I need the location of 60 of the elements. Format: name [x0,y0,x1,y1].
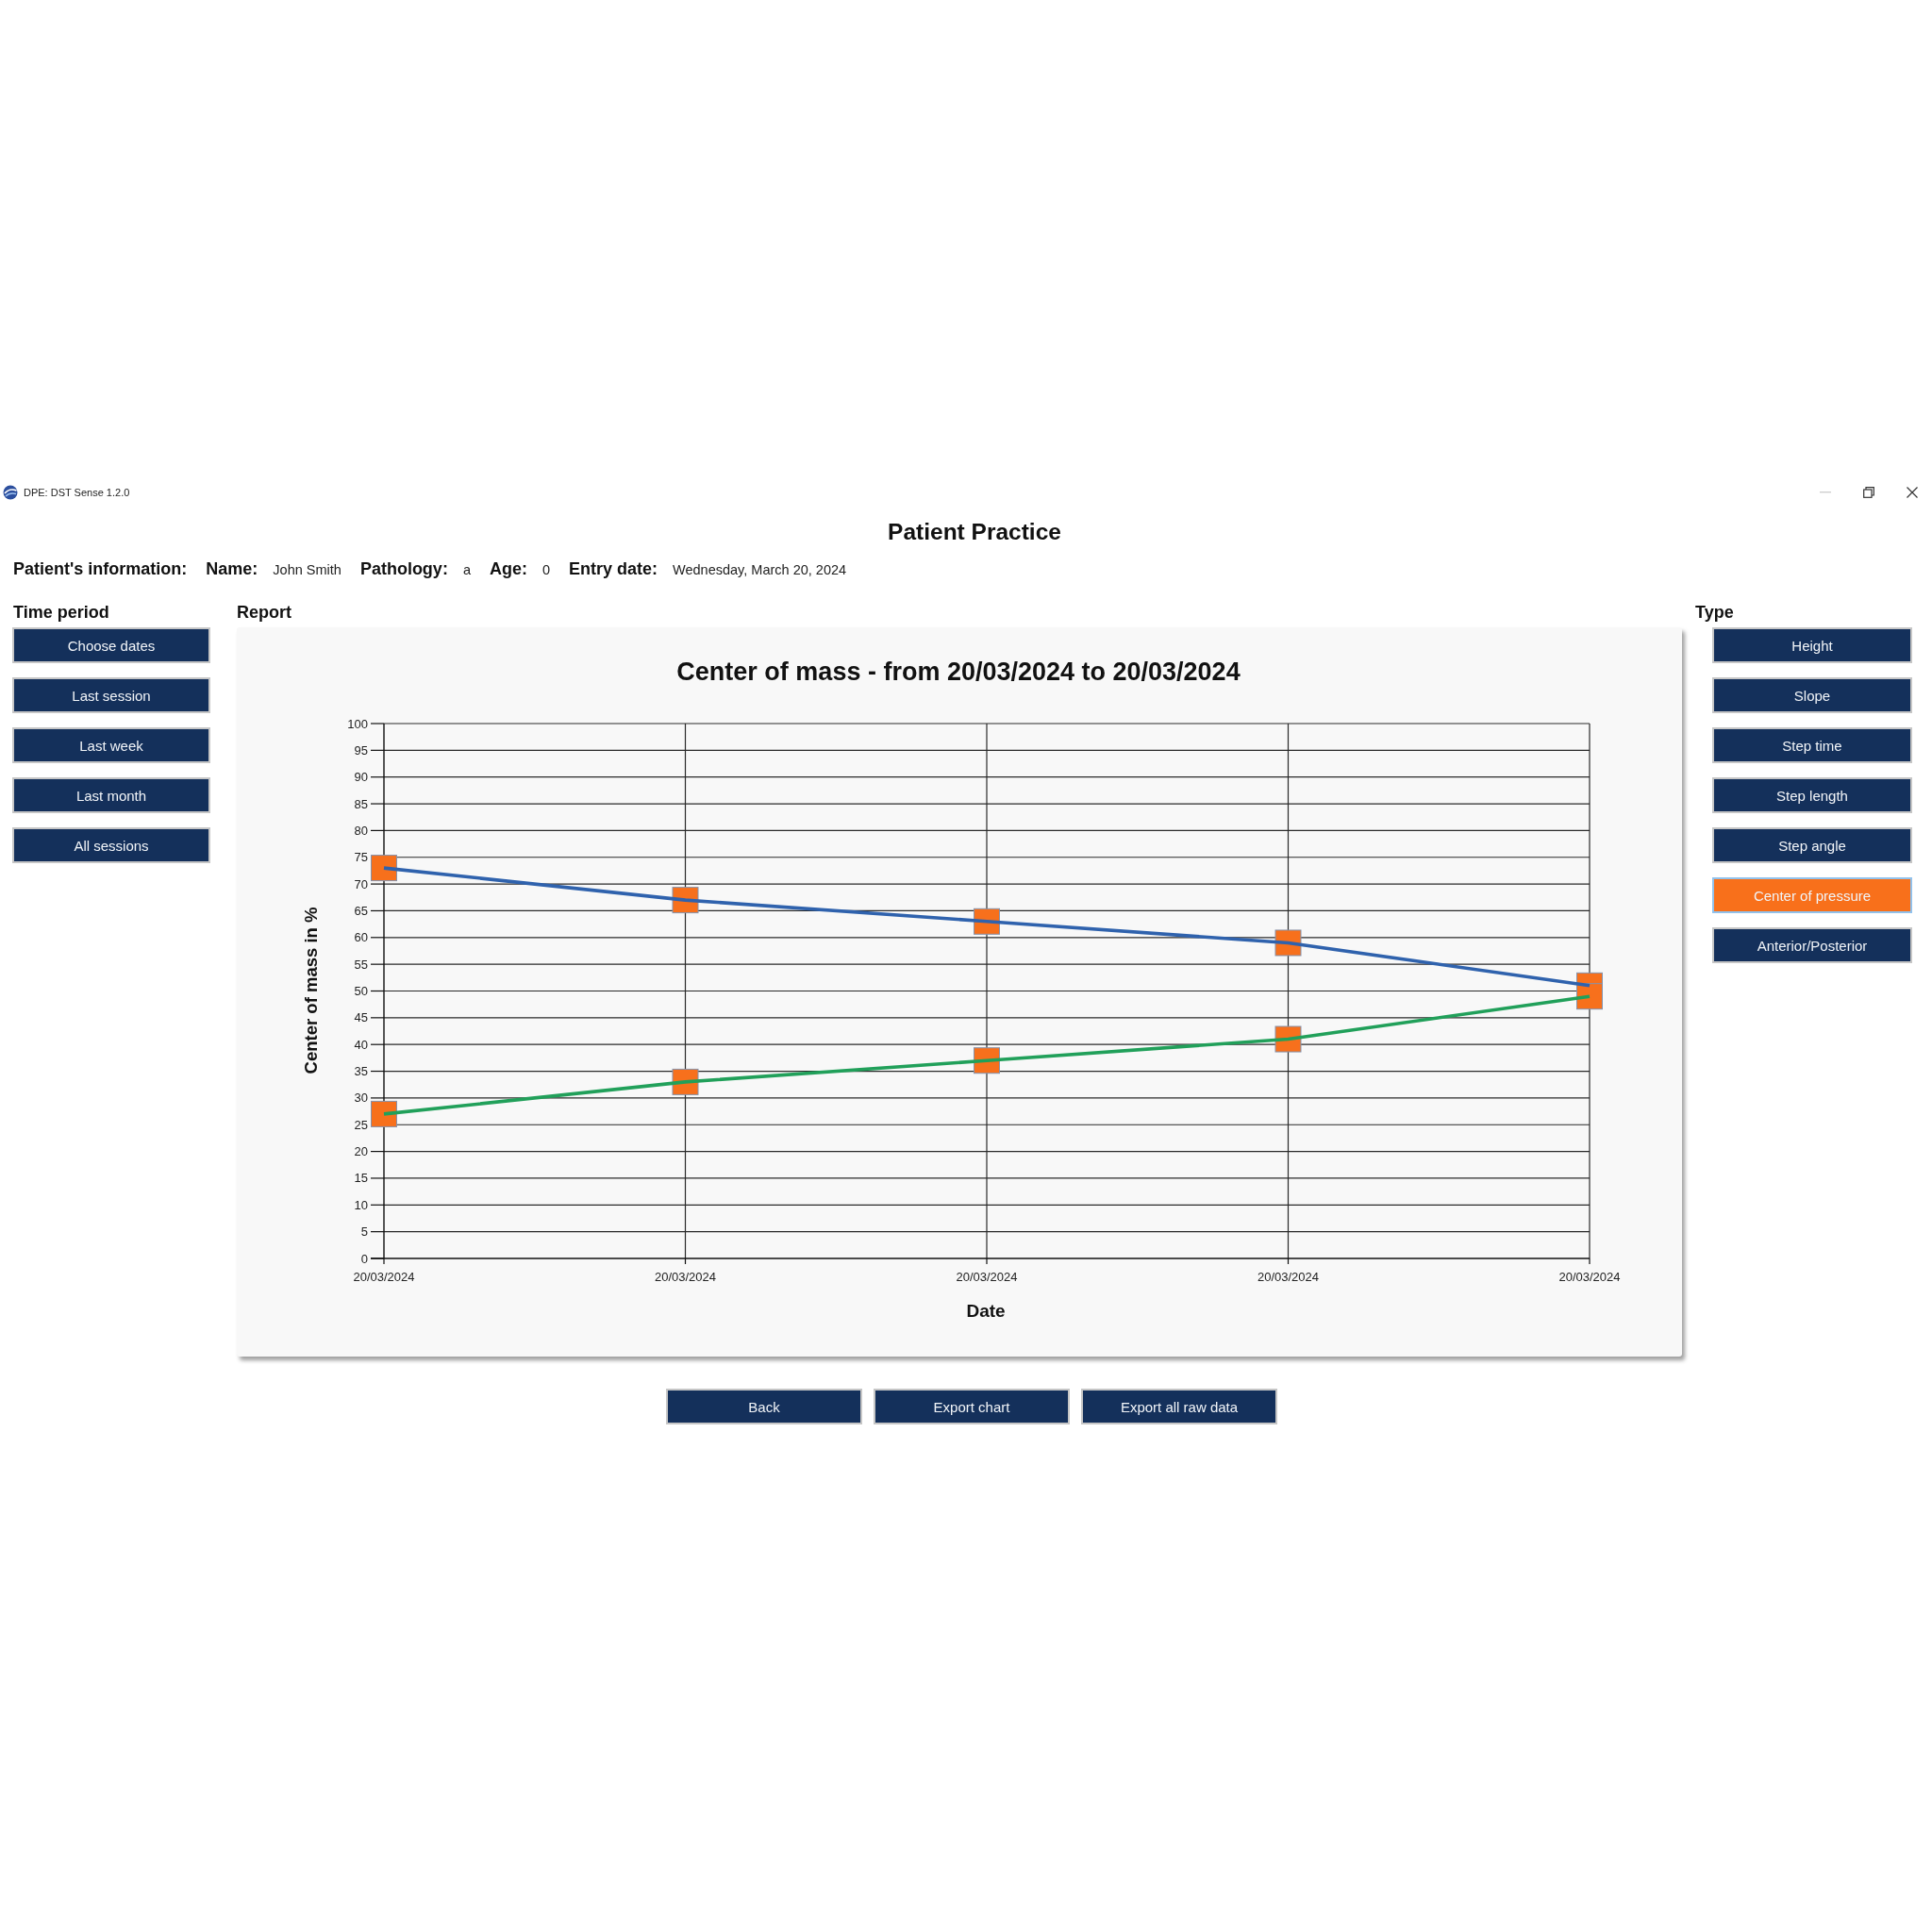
field-value: Wednesday, March 20, 2024 [673,562,847,577]
y-tick-label: 40 [354,1037,368,1052]
time-period-button[interactable]: Last session [12,677,210,713]
y-tick-label: 0 [360,1251,368,1266]
y-tick-label: 90 [354,770,368,785]
section-label: Time period [13,602,109,623]
y-tick-label: 10 [354,1197,368,1212]
x-axis-title: Date [966,1300,1006,1321]
restore-icon[interactable] [1863,487,1874,498]
y-tick-label: 70 [354,876,368,891]
section-label: Report [237,602,291,623]
chart-title: Center of mass - from 20/03/2024 to 20/03/2024 [676,658,1241,686]
x-tick-label: 20/03/2024 [353,1269,415,1284]
x-tick-label: 20/03/2024 [654,1269,717,1284]
y-tick-label: 85 [354,796,368,811]
y-tick-label: 55 [354,957,368,972]
y-tick-label: 15 [354,1171,368,1186]
field-value: John Smith [273,562,341,577]
time-period-button[interactable]: Choose dates [12,627,210,663]
y-tick-label: 75 [354,850,368,865]
y-tick-label: 5 [360,1224,368,1240]
y-tick-label: 25 [354,1117,368,1132]
field-value: 0 [541,562,551,577]
action-button[interactable]: Export chart [874,1389,1070,1424]
y-tick-label: 65 [354,903,368,918]
type-button[interactable]: Step angle [1712,827,1912,863]
field-value: a [462,562,471,577]
section-label: Type [1695,602,1734,623]
x-tick-label: 20/03/2024 [1558,1269,1621,1284]
y-tick-label: 100 [347,716,368,731]
patient-info-label: Patient's information: [13,559,188,579]
y-tick-label: 30 [354,1091,368,1106]
page-title: Patient Practice [888,518,1061,546]
y-tick-label: 20 [354,1144,368,1159]
close-icon[interactable] [1907,487,1918,498]
type-button[interactable]: Slope [1712,677,1912,713]
field-label: Entry date: [569,559,658,579]
y-tick-label: 35 [354,1064,368,1079]
x-tick-label: 20/03/2024 [956,1269,1018,1284]
field-label: Name: [206,559,258,579]
window-title: DPE: DST Sense 1.2.0 [24,487,130,498]
time-period-button[interactable]: Last month [12,777,210,813]
y-tick-label: 80 [354,823,368,838]
y-tick-label: 95 [354,742,368,758]
y-axis-title: Center of mass in % [300,907,321,1074]
action-button[interactable]: Back [666,1389,862,1424]
type-button[interactable]: Anterior/Posterior [1712,927,1912,963]
time-period-button[interactable]: All sessions [12,827,210,863]
type-button[interactable]: Height [1712,627,1912,663]
app-logo-icon [3,485,18,500]
type-button[interactable]: Step length [1712,777,1912,813]
y-tick-label: 50 [354,984,368,998]
type-button[interactable]: Step time [1712,727,1912,763]
y-tick-label: 60 [354,930,368,945]
action-button[interactable]: Export all raw data [1081,1389,1277,1424]
time-period-button[interactable]: Last week [12,727,210,763]
field-label: Age: [489,559,527,579]
y-tick-label: 45 [354,1010,368,1025]
x-tick-label: 20/03/2024 [1257,1269,1320,1284]
field-label: Pathology: [359,559,448,579]
